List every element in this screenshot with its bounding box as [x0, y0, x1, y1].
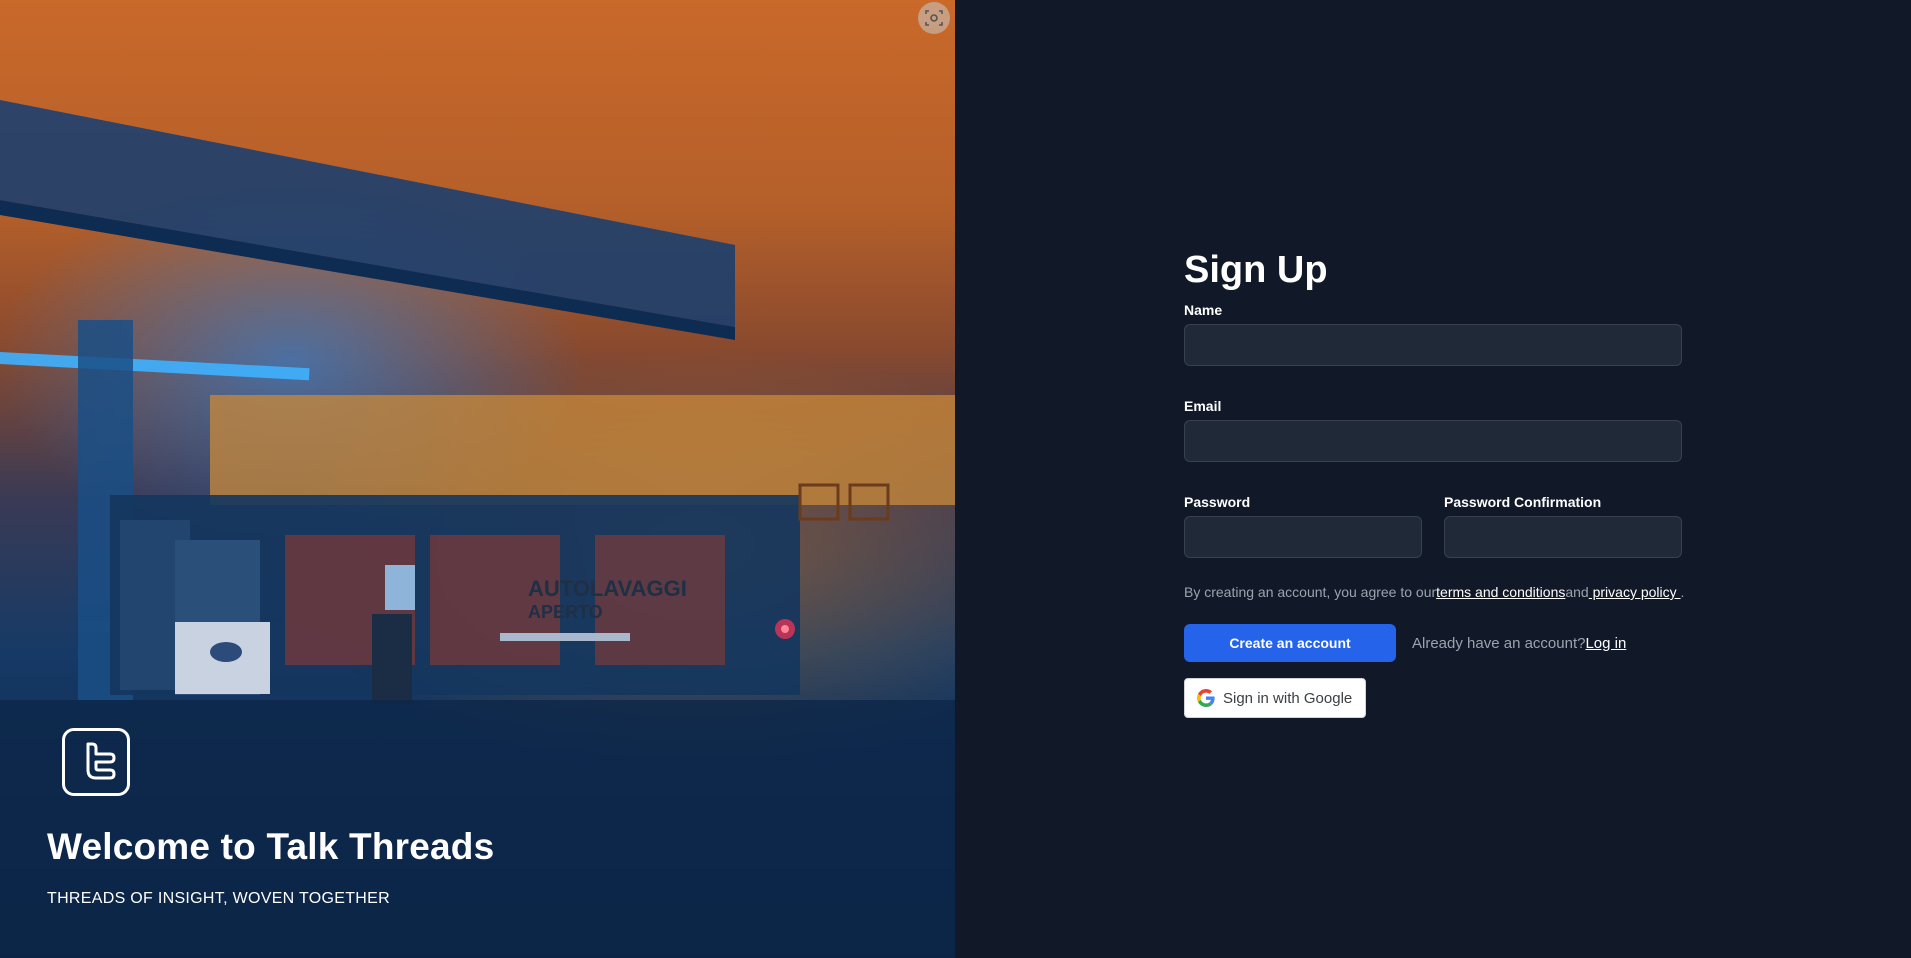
password-column: Password	[1184, 484, 1422, 558]
password-field[interactable]	[1184, 516, 1422, 558]
terms-prefix: By creating an account, you agree to our	[1184, 584, 1437, 600]
terms-link[interactable]: terms and conditions	[1436, 584, 1565, 600]
terms-and: and	[1565, 584, 1589, 600]
signup-form: Sign Up Name Email Password Password Con…	[1184, 248, 1685, 718]
hero-panel: AUTOLAVAGGI APERTO Welcome to Talk Threa…	[0, 0, 955, 958]
page-title: Sign Up	[1184, 249, 1328, 291]
terms-suffix: .	[1680, 584, 1685, 600]
name-field[interactable]	[1184, 324, 1682, 366]
password-confirmation-label: Password Confirmation	[1444, 494, 1602, 510]
create-account-button[interactable]: Create an account	[1184, 624, 1396, 662]
login-link[interactable]: Log in	[1585, 635, 1626, 652]
email-field[interactable]	[1184, 420, 1682, 462]
login-prompt: Already have an account?Log in	[1412, 635, 1626, 652]
welcome-title: Welcome to Talk Threads	[47, 826, 495, 867]
google-button-label: Sign in with Google	[1223, 689, 1353, 707]
privacy-link[interactable]: privacy policy	[1589, 584, 1681, 600]
tagline: THREADS OF INSIGHT, WOVEN TOGETHER	[47, 890, 390, 907]
password-confirmation-column: Password Confirmation	[1444, 484, 1682, 558]
terms-notice: By creating an account, you agree to our…	[1184, 584, 1685, 600]
google-signin-button[interactable]: Sign in with Google	[1184, 678, 1366, 718]
screenshot-capture-icon[interactable]	[918, 2, 950, 34]
google-icon	[1197, 689, 1215, 707]
form-actions: Create an account Already have an accoun…	[1184, 624, 1682, 662]
name-label: Name	[1184, 302, 1223, 318]
gas-station-photo: AUTOLAVAGGI APERTO	[0, 100, 955, 958]
password-label: Password	[1184, 494, 1251, 510]
password-confirmation-field[interactable]	[1444, 516, 1682, 558]
have-account-text: Already have an account?	[1412, 634, 1586, 652]
autolavaggi-sign: AUTOLAVAGGI	[528, 576, 687, 601]
talk-threads-logo-icon	[62, 728, 130, 796]
password-row: Password Password Confirmation	[1184, 484, 1682, 558]
email-label: Email	[1184, 398, 1222, 414]
aperto-sign: APERTO	[528, 602, 603, 622]
